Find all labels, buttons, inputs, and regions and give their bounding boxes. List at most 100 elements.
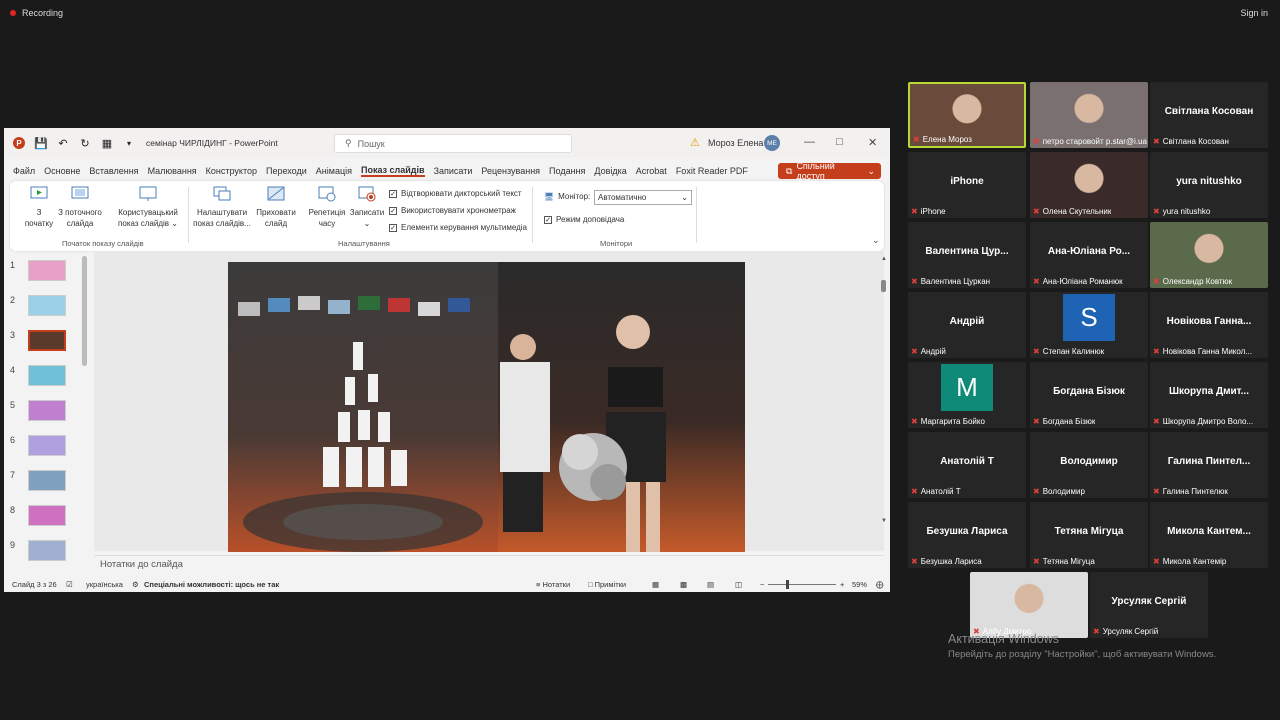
from-beginning-button[interactable]: З початку (20, 186, 58, 229)
participant-tile[interactable]: ✖ Елена Мороз (908, 82, 1026, 148)
zoom-in-icon[interactable]: + (840, 580, 844, 589)
tab-item[interactable]: Довідка (594, 166, 626, 176)
thumbnail-item[interactable]: 1 (10, 260, 66, 281)
zoom-slider[interactable] (768, 584, 836, 585)
tab-item[interactable]: Записати (434, 166, 473, 176)
thumbnail-scrollbar[interactable] (82, 256, 87, 366)
notes-button[interactable]: ≡ Нотатки (536, 580, 570, 589)
notes-pane[interactable]: Нотатки до слайда (94, 555, 884, 573)
thumbnail-item[interactable]: 8 (10, 505, 66, 526)
tab-item[interactable]: Рецензування (481, 166, 540, 176)
participant-tile[interactable]: Тетяна Мігуца ✖ Тетяна Мігуца (1030, 502, 1148, 568)
thumbnail-preview (28, 540, 66, 561)
minimize-icon[interactable]: — (804, 136, 815, 148)
tab-item[interactable]: Подання (549, 166, 585, 176)
reading-view-icon[interactable]: ▤ (707, 580, 714, 589)
participant-tile[interactable]: Богдана Бізюк ✖ Богдана Бізюк (1030, 362, 1148, 428)
timings-checkbox[interactable]: ✓ Використовувати хронометраж (389, 206, 516, 215)
zoom-level[interactable]: 59% (852, 580, 867, 589)
record-button[interactable]: Записати ⌄ (348, 186, 386, 229)
tab-item[interactable]: Показ слайдів (360, 165, 425, 177)
notes-btn-label: Нотатки (542, 580, 571, 589)
narration-checkbox[interactable]: ✓ Відтворювати дикторський текст (389, 189, 522, 198)
participant-tile[interactable]: Володимир ✖ Володимир (1030, 432, 1148, 498)
participant-display-name: Новікова Ганна... (1166, 316, 1252, 327)
account-name[interactable]: Мороз Елена (708, 138, 763, 148)
participant-tile[interactable]: Микола Кантем... ✖ Микола Кантемір (1150, 502, 1268, 568)
tab-item[interactable]: Acrobat (636, 166, 667, 176)
vertical-scrollbar[interactable]: ▲ ▼ (880, 256, 888, 556)
from-current-button[interactable]: З поточного слайда (54, 186, 106, 229)
participant-tile[interactable]: yura nitushko ✖ yura nitushko (1150, 152, 1268, 218)
monitor-select[interactable]: Автоматично ⌄ (594, 190, 692, 205)
thumbnail-item[interactable]: 9 (10, 540, 66, 561)
search-input[interactable]: ⚲ Пошук (334, 134, 572, 153)
participant-tile[interactable]: ✖ петро старовойт p.star@i.ua (1030, 82, 1148, 148)
thumbnail-item[interactable]: 6 (10, 435, 66, 456)
participant-tile[interactable]: ✖ Олександр Ковтюк (1150, 222, 1268, 288)
media-controls-checkbox[interactable]: ✓ Елементи керування мультимедіа (389, 223, 527, 232)
zoom-slider-thumb[interactable] (786, 580, 789, 589)
slideshow-view-icon[interactable]: ◫ (735, 580, 742, 589)
fit-slide-icon[interactable]: ⨁ (876, 580, 884, 589)
participant-tile[interactable]: ✖ Олена Скутельник (1030, 152, 1148, 218)
tab-item[interactable]: Анімація (316, 166, 352, 176)
participant-tile[interactable]: Урсуляк Сергій ✖ Урсуляк Сергій (1090, 572, 1208, 638)
accessibility-status[interactable]: Спеціальні можливості: щось не так (144, 580, 279, 589)
participant-tile[interactable]: M ✖ Маргарита Бойко (908, 362, 1026, 428)
thumbnail-item[interactable]: 2 (10, 295, 66, 316)
language-indicator[interactable]: українська (86, 580, 123, 589)
slide-image[interactable] (228, 262, 745, 552)
participant-tile[interactable]: S ✖ Степан Калинюк (1030, 292, 1148, 358)
account-avatar[interactable]: МЕ (764, 135, 780, 151)
participant-tile[interactable]: Валентина Цур... ✖ Валентина Цуркан (908, 222, 1026, 288)
tab-item[interactable]: Основне (44, 166, 80, 176)
presenter-view-checkbox[interactable]: ✓ Режим доповідача (544, 215, 624, 224)
warning-icon[interactable]: ⚠ (690, 136, 700, 149)
comments-button[interactable]: □ Примітки (588, 580, 626, 589)
slide-sorter-icon[interactable]: ▩ (680, 580, 687, 589)
tab-item[interactable]: Файл (13, 166, 35, 176)
participant-tile[interactable]: iPhone ✖ iPhone (908, 152, 1026, 218)
collapse-ribbon-icon[interactable]: ⌄ (872, 235, 880, 246)
sign-in-link[interactable]: Sign in (1240, 8, 1268, 18)
thumbnail-item[interactable]: 5 (10, 400, 66, 421)
redo-icon[interactable]: ↻ (78, 136, 92, 150)
participant-tile[interactable]: Шкорупа Дмит... ✖ Шкорупа Дмитро Воло... (1150, 362, 1268, 428)
setup-show-button[interactable]: Налаштувати показ слайдів... (192, 186, 252, 229)
participant-tile[interactable]: Анатолій Т ✖ Анатолій Т (908, 432, 1026, 498)
present-icon[interactable]: ▦ (100, 136, 114, 150)
participant-tile[interactable]: ✖ Албу Дмитро (970, 572, 1088, 638)
participant-label: ✖ Анатолій Т (911, 487, 961, 496)
thumbnail-item[interactable]: 7 (10, 470, 66, 491)
rehearse-timings-button[interactable]: Репетиція часу (304, 186, 350, 229)
recording-indicator[interactable]: Recording (10, 8, 63, 18)
accessibility-icon[interactable]: ⚙ (132, 580, 139, 589)
windows-activation-title: Активація Windows (948, 632, 1059, 646)
participant-tile[interactable]: Світлана Косован ✖ Світлана Косован (1150, 82, 1268, 148)
spellcheck-icon[interactable]: ☑ (66, 580, 73, 589)
participant-tile[interactable]: Галина Пинтел... ✖ Галина Пинтелюк (1150, 432, 1268, 498)
thumbnail-preview (28, 330, 66, 351)
thumbnail-item[interactable]: 4 (10, 365, 66, 386)
participant-tile[interactable]: Ана-Юліана Ро... ✖ Ана-Юліана Романюк (1030, 222, 1148, 288)
tab-item[interactable]: Foxit Reader PDF (676, 166, 748, 176)
tab-item[interactable]: Малювання (148, 166, 197, 176)
save-icon[interactable]: 💾 (34, 136, 48, 150)
maximize-icon[interactable]: □ (836, 136, 843, 148)
hide-slide-button[interactable]: Приховати слайд (252, 186, 300, 229)
close-icon[interactable]: ✕ (868, 136, 877, 149)
normal-view-icon[interactable]: ▦ (652, 580, 659, 589)
participant-tile[interactable]: Новікова Ганна... ✖ Новікова Ганна Микол..… (1150, 292, 1268, 358)
zoom-out-icon[interactable]: − (760, 580, 764, 589)
tab-item[interactable]: Вставлення (89, 166, 138, 176)
participant-tile[interactable]: Безушка Лариса ✖ Безушка Лариса (908, 502, 1026, 568)
undo-icon[interactable]: ↶ (56, 136, 70, 150)
tab-item[interactable]: Переходи (266, 166, 307, 176)
customize-toolbar-icon[interactable]: ▾ (122, 136, 136, 150)
tab-item[interactable]: Конструктор (206, 166, 257, 176)
share-button[interactable]: ⧉ Спільний доступ ⌄ (778, 161, 881, 181)
participant-tile[interactable]: Андрій ✖ Андрій (908, 292, 1026, 358)
custom-show-button[interactable]: Користувацький показ слайдів ⌄ (112, 186, 184, 229)
thumbnail-item[interactable]: 3 (10, 330, 66, 351)
